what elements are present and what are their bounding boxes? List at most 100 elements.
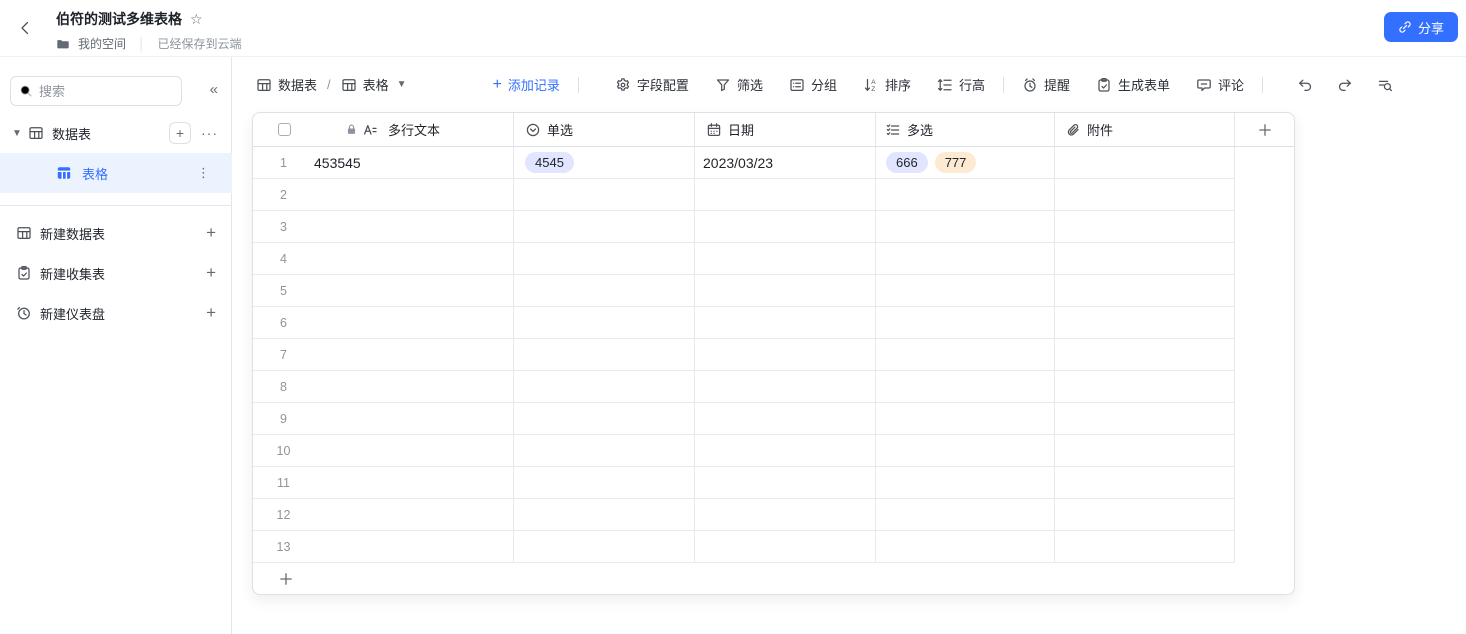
add-field-button[interactable]	[1235, 113, 1294, 146]
favorite-star-icon[interactable]: ☆	[190, 12, 203, 26]
cell-attachment[interactable]	[1055, 403, 1235, 435]
cell-single-select[interactable]	[514, 435, 695, 467]
cell-multi-select[interactable]	[876, 435, 1055, 467]
cell-multi-select[interactable]	[876, 403, 1055, 435]
more-horizontal-icon[interactable]: ···	[201, 125, 218, 141]
space-breadcrumb[interactable]: 我的空间	[78, 35, 126, 52]
cell-attachment[interactable]	[1055, 499, 1235, 531]
cell-date[interactable]	[695, 403, 876, 435]
cell-attachment[interactable]	[1055, 531, 1235, 563]
cell-single-select[interactable]	[514, 275, 695, 307]
table-row[interactable]: 10	[253, 435, 1294, 467]
add-datatable-button[interactable]: +	[169, 122, 191, 144]
cell-attachment[interactable]	[1055, 435, 1235, 467]
table-row[interactable]: 11	[253, 467, 1294, 499]
table-row[interactable]: 1 453545 4545 2023/03/23 666 777	[253, 147, 1294, 179]
group-button[interactable]: 分组	[789, 75, 837, 94]
table-row[interactable]: 6	[253, 307, 1294, 339]
table-row[interactable]: 4	[253, 243, 1294, 275]
cell-date[interactable]	[695, 371, 876, 403]
cell-multiline-text[interactable]: 2	[253, 179, 514, 211]
sidebar-item-table[interactable]: 表格 ⋮	[0, 153, 232, 193]
cell-single-select[interactable]	[514, 403, 695, 435]
table-row[interactable]: 2	[253, 179, 1294, 211]
generate-form-button[interactable]: 生成表单	[1096, 75, 1170, 94]
cell-attachment[interactable]	[1055, 147, 1235, 179]
undo-icon[interactable]	[1297, 77, 1313, 93]
cell-attachment[interactable]	[1055, 211, 1235, 243]
filter-button[interactable]: 筛选	[715, 75, 763, 94]
table-row[interactable]: 5	[253, 275, 1294, 307]
cell-multi-select[interactable]	[876, 499, 1055, 531]
share-button[interactable]: 分享	[1383, 12, 1458, 42]
tree-section-datatables[interactable]: ▼ 数据表 + ···	[0, 118, 232, 148]
cell-date[interactable]	[695, 243, 876, 275]
cell-multiline-text[interactable]: 8	[253, 371, 514, 403]
table-row[interactable]: 12	[253, 499, 1294, 531]
create-dashboard-item[interactable]: 新建仪表盘 +	[0, 293, 232, 333]
cell-date[interactable]	[695, 531, 876, 563]
cell-multiline-text[interactable]: 6	[253, 307, 514, 339]
table-row[interactable]: 3	[253, 211, 1294, 243]
redo-icon[interactable]	[1337, 77, 1353, 93]
cell-attachment[interactable]	[1055, 179, 1235, 211]
cell-attachment[interactable]	[1055, 243, 1235, 275]
table-row[interactable]: 13	[253, 531, 1294, 563]
column-header-single-select[interactable]: 单选	[514, 113, 695, 146]
cell-multiline-text[interactable]: 9	[253, 403, 514, 435]
column-header-attachment[interactable]: 附件	[1055, 113, 1235, 146]
cell-multiline-text[interactable]: 7	[253, 339, 514, 371]
cell-single-select[interactable]: 4545	[514, 147, 695, 179]
cell-attachment[interactable]	[1055, 371, 1235, 403]
cell-single-select[interactable]	[514, 179, 695, 211]
table-row[interactable]: 7	[253, 339, 1294, 371]
table-row[interactable]: 9	[253, 403, 1294, 435]
cell-date[interactable]	[695, 339, 876, 371]
cell-attachment[interactable]	[1055, 307, 1235, 339]
cell-attachment[interactable]	[1055, 467, 1235, 499]
back-button[interactable]	[12, 15, 38, 41]
cell-single-select[interactable]	[514, 307, 695, 339]
cell-multi-select[interactable]	[876, 531, 1055, 563]
cell-multi-select[interactable]	[876, 307, 1055, 339]
column-header-multiline-text[interactable]: 多行文本	[253, 113, 514, 146]
cell-attachment[interactable]	[1055, 275, 1235, 307]
cell-multiline-text[interactable]: 3	[253, 211, 514, 243]
cell-single-select[interactable]	[514, 339, 695, 371]
table-row[interactable]: 8	[253, 371, 1294, 403]
add-record-button[interactable]: + 添加记录	[493, 75, 560, 94]
cell-multi-select[interactable]	[876, 211, 1055, 243]
cell-multiline-text[interactable]: 5	[253, 275, 514, 307]
create-form-item[interactable]: 新建收集表 +	[0, 253, 232, 293]
add-row-button[interactable]	[253, 563, 1294, 594]
column-header-date[interactable]: 日期	[695, 113, 876, 146]
search-input[interactable]	[39, 83, 159, 99]
plus-icon[interactable]: +	[206, 223, 216, 243]
cell-date[interactable]	[695, 467, 876, 499]
cell-multi-select[interactable]	[876, 275, 1055, 307]
cell-date[interactable]	[695, 499, 876, 531]
cell-date[interactable]	[695, 435, 876, 467]
view-switcher[interactable]: 表格 ▼	[341, 75, 407, 94]
cell-date[interactable]	[695, 211, 876, 243]
reminder-button[interactable]: 提醒	[1022, 75, 1070, 94]
cell-attachment[interactable]	[1055, 339, 1235, 371]
comment-button[interactable]: 评论	[1196, 75, 1244, 94]
cell-single-select[interactable]	[514, 531, 695, 563]
cell-multi-select[interactable]	[876, 179, 1055, 211]
cell-single-select[interactable]	[514, 467, 695, 499]
cell-multiline-text[interactable]: 10	[253, 435, 514, 467]
cell-multi-select[interactable]: 666 777	[876, 147, 1055, 179]
column-header-multi-select[interactable]: 多选	[876, 113, 1055, 146]
cell-multi-select[interactable]	[876, 371, 1055, 403]
cell-single-select[interactable]	[514, 371, 695, 403]
plus-icon[interactable]: +	[206, 303, 216, 323]
cell-multiline-text[interactable]: 1 453545	[253, 147, 514, 179]
cell-date[interactable]: 2023/03/23	[695, 147, 876, 179]
cell-multi-select[interactable]	[876, 339, 1055, 371]
more-vertical-icon[interactable]: ⋮	[197, 166, 210, 179]
collapse-sidebar-icon[interactable]: «	[210, 81, 218, 98]
plus-icon[interactable]: +	[206, 263, 216, 283]
cell-multi-select[interactable]	[876, 243, 1055, 275]
expand-triangle-icon[interactable]: ▼	[12, 128, 28, 139]
